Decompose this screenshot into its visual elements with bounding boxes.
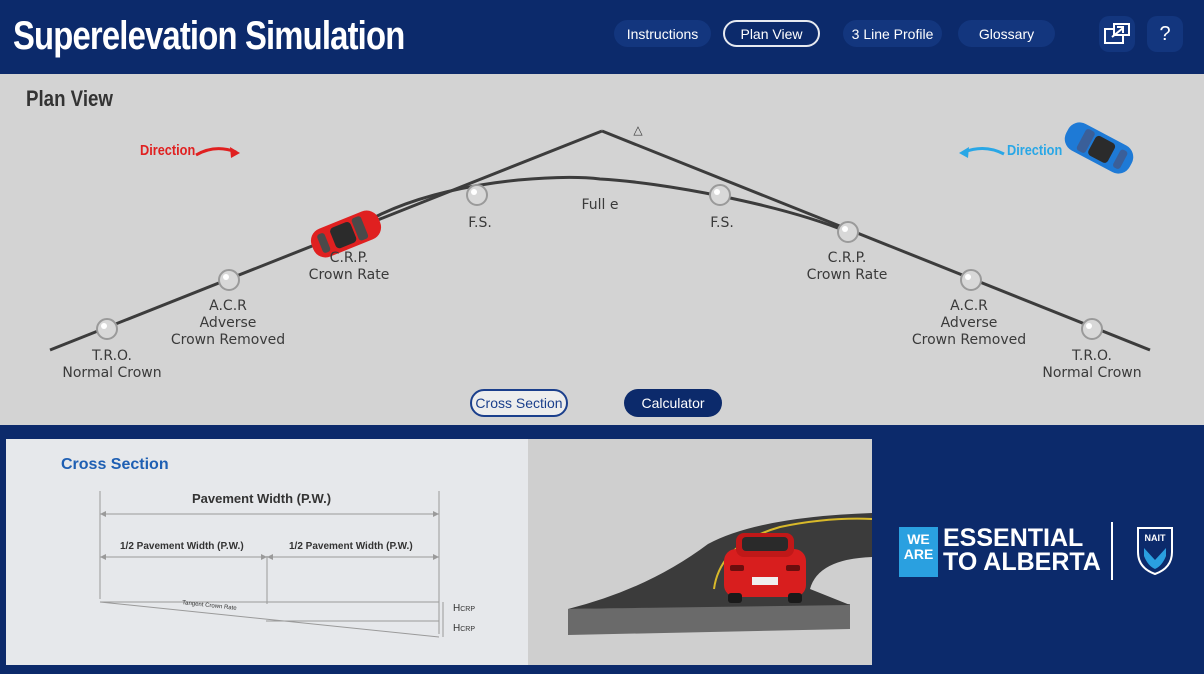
marker-crp-right [837,221,859,243]
brand-divider [1111,522,1113,580]
plan-view-panel: Plan View Direction Direction △ Full e T… [0,74,1204,425]
label-fs-left: F.S. [468,215,492,231]
header-bar: Superelevation Simulation Instructions P… [0,0,1204,74]
question-icon: ? [1159,22,1171,45]
instructions-button[interactable]: Instructions [614,20,711,47]
brand-tagline: ESSENTIAL TO ALBERTA [943,524,1101,576]
calculator-button[interactable]: Calculator [624,389,722,417]
blue-car-icon [1064,122,1134,174]
label-acr-left: A.C.R Adverse Crown Removed [170,298,286,348]
label-acr-right: A.C.R Adverse Crown Removed [911,298,1027,348]
cross-section-diagram [99,491,444,638]
cross-section-panel: Cross Section Pavement Width (P.W.) 1/2 … [6,439,528,665]
marker-acr-left [218,269,240,291]
label-crp-left: C.R.P. Crown Rate [308,250,390,283]
label-crp-right: C.R.P. Crown Rate [806,250,888,283]
nait-text: NAIT [1145,533,1166,543]
marker-acr-right [960,269,982,291]
plan-view-button[interactable]: Plan View [723,20,820,47]
help-button[interactable]: ? [1147,16,1183,52]
direction-label-right: Direction [1007,142,1063,159]
glossary-button[interactable]: Glossary [958,20,1055,47]
label-tro-right: T.R.O. Normal Crown [1042,348,1142,381]
external-window-icon [1104,23,1130,44]
half-width-left-label: 1/2 Pavement Width (P.W.) [120,541,244,552]
three-line-profile-button[interactable]: 3 Line Profile [843,20,942,47]
app-title: Superelevation Simulation [13,14,405,58]
h-crp-label-2: HCRP [453,623,476,634]
half-width-right-label: 1/2 Pavement Width (P.W.) [289,541,413,552]
blue-direction-arrow [963,147,1005,156]
h-crp-label-1: HCRP [453,603,476,614]
full-e-label: Full e [581,197,619,213]
marker-tro-right [1081,318,1103,340]
pavement-width-label: Pavement Width (P.W.) [192,491,332,506]
marker-tro-left [96,318,118,340]
alignment-diagram [49,122,1151,352]
road-render-view [528,439,872,665]
label-tro-left: T.R.O. Normal Crown [62,348,162,381]
delta-symbol: △ [633,123,643,137]
marker-fs-left [466,184,488,206]
we-are-badge: WE ARE [899,527,938,577]
direction-label-left: Direction [140,142,196,159]
popout-button[interactable] [1099,16,1135,52]
label-fs-right: F.S. [710,215,734,231]
red-car-3d [724,533,806,603]
marker-fs-right [709,184,731,206]
cross-section-button[interactable]: Cross Section [470,389,568,417]
red-direction-arrow [195,147,237,157]
right-tangent-line [601,129,1151,352]
road-render-illustration [528,439,872,665]
nait-shield-logo: NAIT [1137,527,1173,576]
